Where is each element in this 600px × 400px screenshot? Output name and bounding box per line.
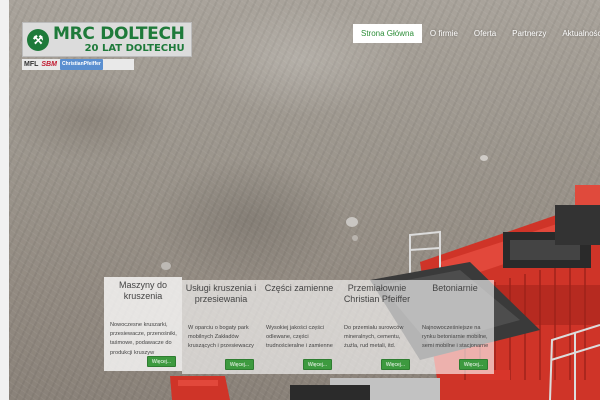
- card-title: Maszyny do kruszenia: [118, 280, 168, 301]
- card-title: Betoniarnie: [432, 283, 478, 293]
- logo-title: MRC DOLTECH: [53, 23, 185, 44]
- service-card-concrete-plants[interactable]: Betoniarnie Najnowocześniejsze na rynku …: [416, 280, 494, 374]
- card-title: Części zamienne: [264, 283, 334, 293]
- more-button[interactable]: Więcej...: [224, 359, 254, 370]
- card-title: Usługi kruszenia i przesiewania: [185, 283, 257, 304]
- service-card-grinding-mills[interactable]: Przemiałownie Christian Pfeiffer Do prze…: [338, 280, 416, 374]
- logo-subtitle: 20 LAT DOLTECHU: [84, 42, 185, 54]
- logo-wordmark: MRC DOLTECH 20 LAT DOLTECHU: [53, 23, 185, 54]
- page-left-margin: [0, 0, 9, 400]
- card-description: W oparciu o bogaty park mobilnych Zakład…: [188, 325, 254, 350]
- card-title: Przemiałownie Christian Pfeiffer: [343, 283, 411, 304]
- card-description: Do przemiału surowców mineralnych, cemen…: [344, 325, 404, 350]
- nav-item-home[interactable]: Strona Główna: [353, 24, 422, 43]
- card-description: Najnowocześniejsze na rynku betoniarnie …: [422, 325, 489, 350]
- card-description: Wysokiej jakości części odlewane, części…: [266, 325, 333, 350]
- nav-item-offer[interactable]: Oferta: [466, 24, 504, 43]
- more-button[interactable]: Więcej...: [146, 356, 176, 367]
- service-card-spare-parts[interactable]: Części zamienne Wysokiej jakości części …: [260, 280, 338, 374]
- main-nav: Strona Główna O firmie Oferta Partnerzy …: [353, 24, 600, 43]
- card-description: Nowoczesne kruszarki, przesiewacze, prze…: [110, 322, 177, 356]
- site-logo[interactable]: ⚒ MRC DOLTECH 20 LAT DOLTECHU: [22, 22, 192, 57]
- partner-logo-mfl[interactable]: MFL: [24, 59, 38, 70]
- more-button[interactable]: Więcej...: [302, 359, 332, 370]
- service-card-crushing-machines[interactable]: Maszyny do kruszenia Nowoczesne kruszark…: [104, 277, 182, 371]
- hammer-pick-icon: ⚒: [27, 28, 49, 51]
- nav-item-partners[interactable]: Partnerzy: [504, 24, 554, 43]
- service-card-crushing-services[interactable]: Usługi kruszenia i przesiewania W oparci…: [182, 280, 260, 374]
- more-button[interactable]: Więcej...: [380, 359, 410, 370]
- more-button[interactable]: Więcej...: [458, 359, 488, 370]
- partner-logos: MFL SBM ChristianPfeiffer: [22, 59, 134, 70]
- nav-item-news[interactable]: Aktualności: [554, 24, 600, 43]
- nav-item-about[interactable]: O firmie: [422, 24, 466, 43]
- partner-logo-sbm[interactable]: SBM: [41, 59, 57, 70]
- partner-logo-christian-pfeiffer[interactable]: ChristianPfeiffer: [59, 59, 103, 70]
